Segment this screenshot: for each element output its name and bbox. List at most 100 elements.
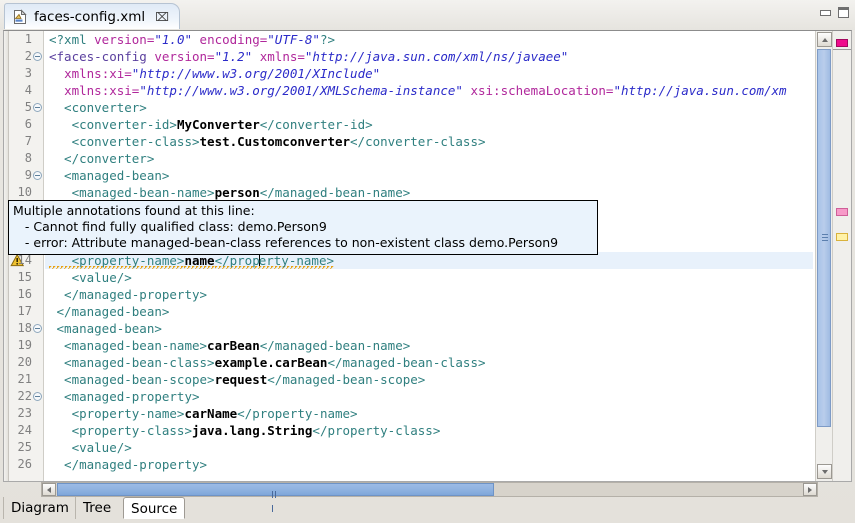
code-token: <value/> <box>49 440 132 455</box>
line-number-21: 21 <box>9 371 43 388</box>
line-number-label: 6 <box>25 116 32 133</box>
overview-marker-error2[interactable] <box>836 208 848 216</box>
code-line-7[interactable]: <converter-class>test.Customconverter</c… <box>45 133 813 150</box>
line-number-15: 15 <box>9 269 43 286</box>
line-number-24: 24 <box>9 422 43 439</box>
code-line-4[interactable]: xmlns:xsi="http://www.w3.org/2001/XMLSch… <box>45 82 813 99</box>
line-number-16: 16 <box>9 286 43 303</box>
page-tab-source[interactable]: Source <box>123 497 185 519</box>
code-line-10[interactable]: <managed-bean-name>person</managed-bean-… <box>45 184 813 201</box>
scroll-left-icon[interactable] <box>42 483 56 496</box>
code-token: </converter> <box>49 151 154 166</box>
code-token: java.lang.String <box>192 423 312 438</box>
line-number-18: 18 <box>9 320 43 337</box>
overview-ruler[interactable] <box>832 31 851 481</box>
code-line-22[interactable]: <managed-property> <box>45 388 813 405</box>
code-token: name <box>184 253 214 271</box>
code-token: <managed-property> <box>49 389 200 404</box>
code-line-23[interactable]: <property-name>carName</property-name> <box>45 405 813 422</box>
code-line-3[interactable]: xmlns:xi="http://www.w3.org/2001/XInclud… <box>45 65 813 82</box>
code-token: test.Customconverter <box>200 134 351 149</box>
code-line-9[interactable]: <managed-bean> <box>45 167 813 184</box>
line-number-label: 21 <box>18 371 32 388</box>
code-line-18[interactable]: <managed-bean> <box>45 320 813 337</box>
line-number-label: 20 <box>18 354 32 371</box>
code-token <box>49 66 64 81</box>
code-line-19[interactable]: <managed-bean-name>carBean</managed-bean… <box>45 337 813 354</box>
code-line-20[interactable]: <managed-bean-class>example.carBean</man… <box>45 354 813 371</box>
code-line-1[interactable]: <?xml version="1.0" encoding="UTF-8"?> <box>45 31 813 48</box>
line-number-gutter[interactable]: 1234567891011121314151617181920212223242… <box>9 31 44 481</box>
code-token: example.carBean <box>215 355 328 370</box>
code-token: </property-name> <box>237 406 357 421</box>
code-token: <managed-bean-name> <box>49 185 215 200</box>
code-token: "http://www.w3.org/2001/XInclude" <box>132 66 380 81</box>
code-line-24[interactable]: <property-class>java.lang.String</proper… <box>45 422 813 439</box>
xml-file-icon <box>12 9 28 25</box>
maximize-icon[interactable] <box>838 7 849 18</box>
code-token: <managed-bean-class> <box>49 355 215 370</box>
fold-collapse-icon[interactable] <box>33 324 42 333</box>
code-token: request <box>215 372 268 387</box>
code-line-26[interactable]: </managed-property> <box>45 456 813 473</box>
scrollbar-grip-icon <box>822 234 828 242</box>
code-line-8[interactable]: </converter> <box>45 150 813 167</box>
line-number-23: 23 <box>9 405 43 422</box>
editor-frame: faces-config.xml ⌧ 123456789101112131415… <box>0 0 855 523</box>
editor-tab-strip: faces-config.xml ⌧ <box>0 0 855 30</box>
code-line-21[interactable]: <managed-bean-scope>request</managed-bea… <box>45 371 813 388</box>
code-token: </converter-class> <box>350 134 485 149</box>
vertical-scrollbar-thumb[interactable] <box>817 49 831 427</box>
code-token: <?xml <box>49 32 94 47</box>
scrollbar-grip-icon <box>272 487 280 494</box>
code-token: </managed-bean> <box>49 304 169 319</box>
code-token: "http://www.w3.org/2001/XMLSchema-instan… <box>139 83 463 98</box>
fold-collapse-icon[interactable] <box>33 52 42 61</box>
scroll-down-icon[interactable] <box>817 464 832 479</box>
code-line-16[interactable]: </managed-property> <box>45 286 813 303</box>
page-tab-diagram[interactable]: Diagram <box>3 497 76 519</box>
code-area[interactable]: <?xml version="1.0" encoding="UTF-8"?><f… <box>45 31 813 481</box>
line-number-label: 4 <box>25 82 32 99</box>
code-line-2[interactable]: <faces-config version="1.2" xmlns="http:… <box>45 48 813 65</box>
source-editor[interactable]: 1234567891011121314151617181920212223242… <box>3 30 852 482</box>
code-line-17[interactable]: </managed-bean> <box>45 303 813 320</box>
page-tab-tree[interactable]: Tree <box>75 497 118 519</box>
editor-page-tabs[interactable]: DiagramTreeSource <box>3 497 852 521</box>
editor-tab-faces-config[interactable]: faces-config.xml ⌧ <box>4 3 180 29</box>
code-line-6[interactable]: <converter-id>MyConverter</converter-id> <box>45 116 813 133</box>
scroll-up-icon[interactable] <box>817 32 832 47</box>
code-line-25[interactable]: <value/> <box>45 439 813 456</box>
line-number-label: 15 <box>18 269 32 286</box>
code-token: <converter-id> <box>49 117 177 132</box>
line-number-label: 5 <box>25 99 32 116</box>
code-line-15[interactable]: <value/> <box>45 269 813 286</box>
line-number-19: 19 <box>9 337 43 354</box>
line-number-label: 16 <box>18 286 32 303</box>
code-token: "1.2" <box>215 49 253 64</box>
fold-collapse-icon[interactable] <box>33 392 42 401</box>
line-number-1: 1 <box>9 31 43 48</box>
line-number-25: 25 <box>9 439 43 456</box>
horizontal-scrollbar-thumb[interactable] <box>57 483 494 496</box>
overview-marker-error[interactable] <box>836 39 848 47</box>
fold-collapse-icon[interactable] <box>33 103 42 112</box>
code-token: MyConverter <box>177 117 260 132</box>
horizontal-scrollbar[interactable] <box>41 482 818 497</box>
code-token: </managed-bean-name> <box>260 185 411 200</box>
vertical-scrollbar[interactable] <box>815 31 832 481</box>
line-number-label: 18 <box>18 320 32 337</box>
line-number-label: 24 <box>18 422 32 439</box>
annotation-item: - Cannot find fully qualified class: dem… <box>13 219 593 235</box>
code-line-5[interactable]: <converter> <box>45 99 813 116</box>
code-token: "http://java.sun.com/xm <box>613 83 786 98</box>
overview-marker-warning[interactable] <box>836 233 848 241</box>
code-token: "http://java.sun.com/xml/ns/javaee" <box>305 49 568 64</box>
code-token: </managed-property> <box>49 457 207 472</box>
fold-collapse-icon[interactable] <box>33 171 42 180</box>
code-token: </converter-id> <box>260 117 373 132</box>
scroll-right-icon[interactable] <box>803 483 817 496</box>
code-token: <managed-bean-scope> <box>49 372 215 387</box>
minimize-icon[interactable] <box>820 10 831 16</box>
close-icon[interactable]: ⌧ <box>155 10 169 24</box>
